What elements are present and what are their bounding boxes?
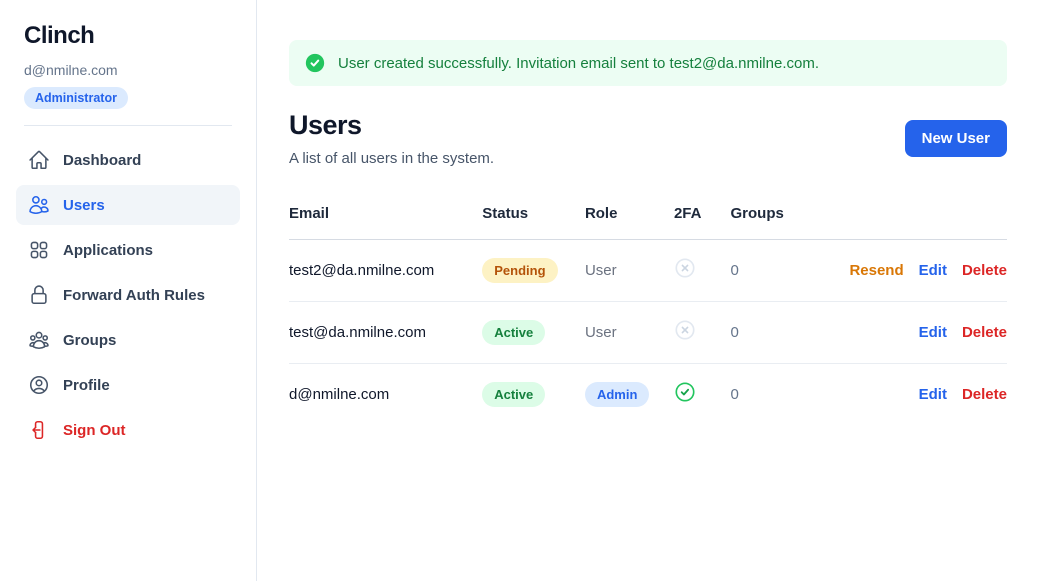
status-badge: Active: [482, 320, 545, 345]
sidebar-item-label: Profile: [63, 377, 110, 394]
actions-cell: Edit Delete: [834, 364, 1007, 426]
column-header-role: Role: [585, 205, 674, 240]
delete-link[interactable]: Delete: [962, 386, 1007, 403]
user-email: test2@da.nmilne.com: [289, 240, 482, 302]
role-label: User: [585, 262, 617, 279]
table-header-row: Email Status Role 2FA Groups: [289, 205, 1007, 240]
applications-grid-icon: [28, 239, 50, 261]
main-content: User created successfully. Invitation em…: [257, 0, 1039, 581]
user-group-icon: [28, 329, 50, 351]
sidebar-item-forward-auth-rules[interactable]: Forward Auth Rules: [16, 275, 240, 315]
user-circle-icon: [28, 374, 50, 396]
status-cell: Active: [482, 364, 585, 426]
twofa-disabled-icon: [674, 257, 696, 279]
table-row: test2@da.nmilne.comPending User 0 Resend Edi…: [289, 240, 1007, 302]
twofa-cell: [674, 364, 731, 426]
table-row: test@da.nmilne.comActive User 0 Edit Delete: [289, 302, 1007, 364]
sidebar-divider: [24, 125, 232, 126]
sidebar-item-users[interactable]: Users: [16, 185, 240, 225]
resend-link[interactable]: Resend: [849, 262, 903, 279]
check-circle-icon: [305, 53, 325, 73]
status-cell: Active: [482, 302, 585, 364]
sidebar-item-label: Forward Auth Rules: [63, 287, 205, 304]
new-user-button[interactable]: New User: [905, 120, 1007, 157]
lock-icon: [28, 284, 50, 306]
role-cell: User: [585, 302, 674, 364]
sidebar: Clinch d@nmilne.com Administrator Dashbo…: [0, 0, 257, 581]
success-banner-message: User created successfully. Invitation em…: [338, 55, 819, 72]
actions-cell: Edit Delete: [834, 302, 1007, 364]
page-subtitle: A list of all users in the system.: [289, 150, 494, 167]
page-header: Users A list of all users in the system.…: [289, 110, 1007, 167]
edit-link[interactable]: Edit: [919, 262, 947, 279]
actions-cell: Resend Edit Delete: [834, 240, 1007, 302]
role-badge: Admin: [585, 382, 649, 407]
column-header-2fa: 2FA: [674, 205, 731, 240]
sidebar-item-label: Users: [63, 197, 105, 214]
home-icon: [28, 149, 50, 171]
sidebar-item-label: Groups: [63, 332, 116, 349]
success-banner: User created successfully. Invitation em…: [289, 40, 1007, 86]
status-cell: Pending: [482, 240, 585, 302]
sidebar-item-profile[interactable]: Profile: [16, 365, 240, 405]
twofa-enabled-icon: [674, 381, 696, 403]
page-title: Users: [289, 110, 494, 141]
sidebar-item-applications[interactable]: Applications: [16, 230, 240, 270]
user-email: d@nmilne.com: [289, 364, 482, 426]
groups-count: 0: [730, 302, 834, 364]
groups-count: 0: [730, 240, 834, 302]
status-badge: Pending: [482, 258, 557, 283]
sidebar-item-label: Applications: [63, 242, 153, 259]
delete-link[interactable]: Delete: [962, 324, 1007, 341]
sidebar-item-label: Sign Out: [63, 422, 126, 439]
sidebar-nav: Dashboard Users Applications Forward Aut…: [16, 140, 240, 450]
sidebar-item-groups[interactable]: Groups: [16, 320, 240, 360]
role-cell: Admin: [585, 364, 674, 426]
column-header-actions: [834, 205, 1007, 240]
groups-count: 0: [730, 364, 834, 426]
users-table: Email Status Role 2FA Groups test2@da.nm…: [289, 205, 1007, 425]
table-row: d@nmilne.comActive Admin 0 Edit Delete: [289, 364, 1007, 426]
users-table-body: test2@da.nmilne.comPending User 0 Resend Edi…: [289, 240, 1007, 426]
sidebar-item-label: Dashboard: [63, 152, 141, 169]
users-icon: [28, 194, 50, 216]
sign-out-icon: [28, 419, 50, 441]
column-header-groups: Groups: [730, 205, 834, 240]
twofa-cell: [674, 240, 731, 302]
twofa-disabled-icon: [674, 319, 696, 341]
twofa-cell: [674, 302, 731, 364]
sidebar-user-email: d@nmilne.com: [16, 62, 240, 78]
role-label: User: [585, 324, 617, 341]
delete-link[interactable]: Delete: [962, 262, 1007, 279]
column-header-email: Email: [289, 205, 482, 240]
brand-title: Clinch: [16, 22, 240, 50]
sidebar-item-dashboard[interactable]: Dashboard: [16, 140, 240, 180]
user-email: test@da.nmilne.com: [289, 302, 482, 364]
administrator-badge: Administrator: [24, 87, 128, 109]
role-cell: User: [585, 240, 674, 302]
column-header-status: Status: [482, 205, 585, 240]
status-badge: Active: [482, 382, 545, 407]
sidebar-item-sign-out[interactable]: Sign Out: [16, 410, 240, 450]
edit-link[interactable]: Edit: [919, 386, 947, 403]
edit-link[interactable]: Edit: [919, 324, 947, 341]
